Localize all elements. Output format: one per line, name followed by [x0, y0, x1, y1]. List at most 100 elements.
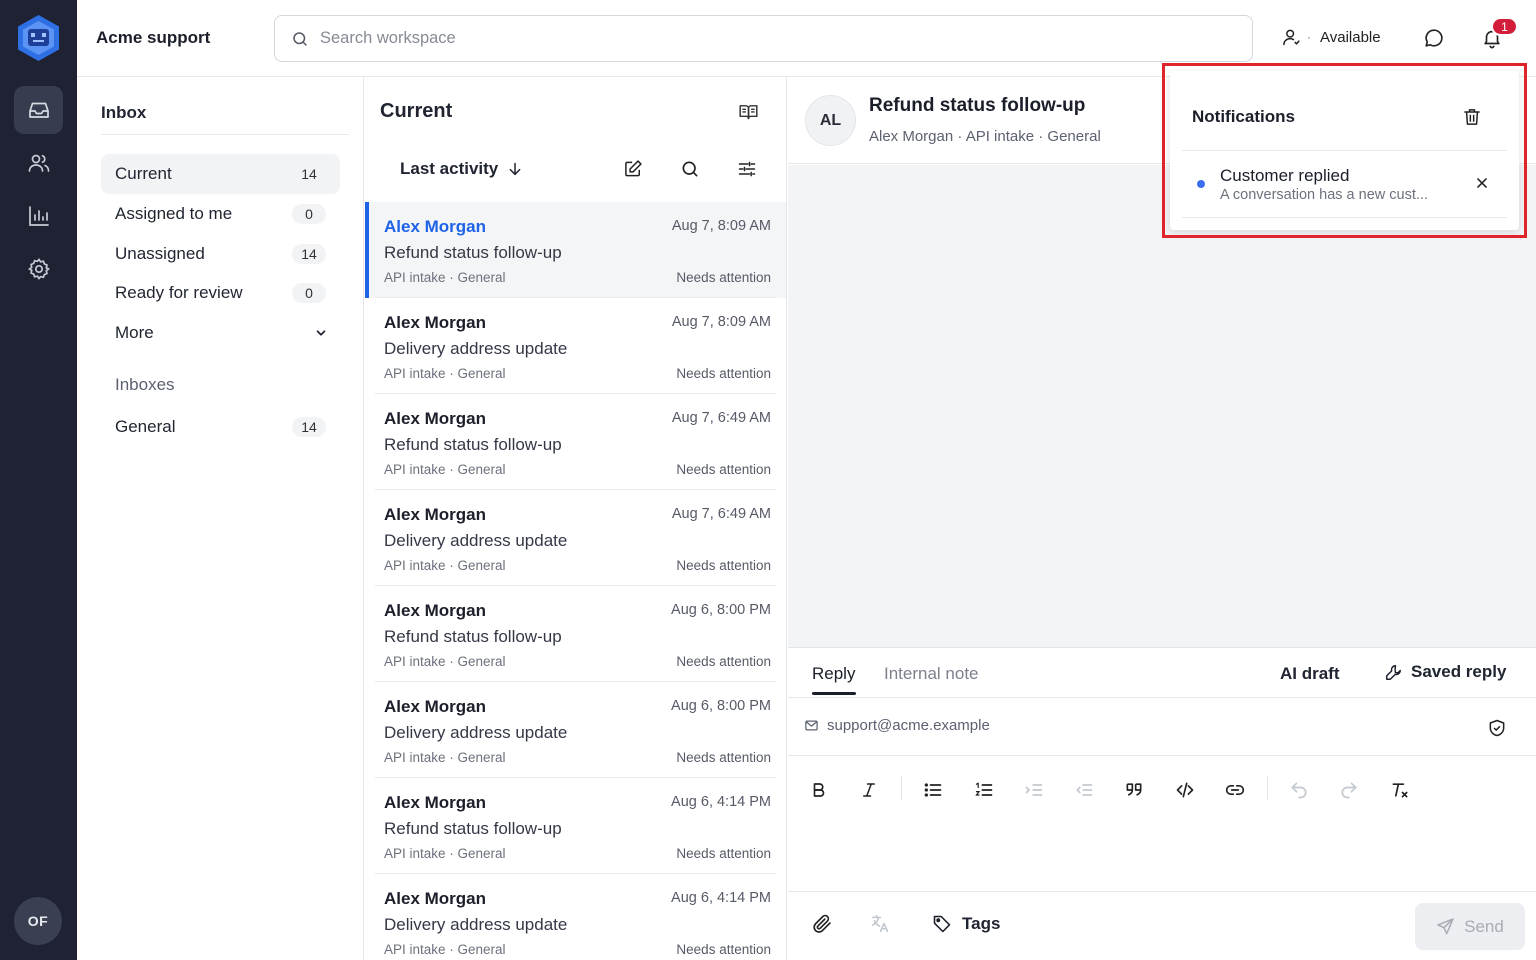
conversation-row[interactable]: Alex Morgan Aug 7, 8:09 AM Refund status… [365, 202, 786, 298]
translate-button[interactable] [868, 911, 892, 935]
conversation-row[interactable]: Alex Morgan Aug 6, 4:14 PM Delivery addr… [365, 874, 786, 960]
sidebar-item-ready-for-review[interactable]: Ready for review 0 [101, 273, 340, 313]
sidebar-item-more[interactable]: More [101, 313, 340, 353]
attach-button[interactable] [810, 911, 834, 935]
conversation-time: Aug 6, 4:14 PM [671, 794, 771, 810]
attention-flag: Needs attention [676, 558, 771, 573]
ai-draft-button[interactable]: AI draft [1280, 664, 1340, 684]
attention-flag: Needs attention [676, 270, 771, 285]
redo-button[interactable] [1334, 775, 1364, 805]
users-icon [27, 151, 51, 175]
conversation-row[interactable]: Alex Morgan Aug 6, 8:00 PM Refund status… [365, 586, 786, 682]
contact-name: Alex Morgan [384, 889, 487, 908]
tab-internal-note[interactable]: Internal note [884, 664, 979, 684]
security-button[interactable] [1485, 716, 1509, 740]
composer-divider [788, 697, 1536, 698]
reports-nav-button[interactable] [14, 192, 63, 240]
availability-toggle[interactable]: · Available [1281, 27, 1381, 47]
indent-button[interactable] [1019, 775, 1049, 805]
conversation-row[interactable]: Alex Morgan Aug 6, 8:00 PM Delivery addr… [365, 682, 786, 778]
contact-name: Alex Morgan [384, 505, 487, 524]
link-button[interactable] [1220, 775, 1250, 805]
app-logo-icon[interactable] [16, 14, 61, 62]
bullet-list-icon [923, 780, 943, 800]
bold-button[interactable] [804, 775, 834, 805]
bullet-list-button[interactable] [918, 775, 948, 805]
clear-format-button[interactable] [1385, 775, 1415, 805]
compose-button[interactable] [621, 157, 645, 181]
sidebar-item-label: Unassigned [115, 244, 205, 263]
sidebar-item-label: Ready for review [115, 283, 243, 302]
saved-reply-button[interactable]: Saved reply [1384, 662, 1506, 682]
tab-reply[interactable]: Reply [812, 664, 855, 684]
send-button[interactable]: Send [1415, 903, 1525, 950]
sidebar-item-unassigned[interactable]: Unassigned 14 [101, 234, 340, 274]
notification-count-badge: 1 [1491, 17, 1518, 36]
filter-button[interactable] [735, 157, 759, 181]
sidebar-item-label: General [115, 417, 176, 436]
conversation-row[interactable]: Alex Morgan Aug 7, 8:09 AM Delivery addr… [365, 298, 786, 394]
numbered-list-icon [974, 780, 994, 800]
conversation-time: Aug 6, 4:14 PM [671, 890, 771, 906]
undo-button[interactable] [1284, 775, 1314, 805]
code-button[interactable] [1170, 775, 1200, 805]
conversation-row[interactable]: Alex Morgan Aug 6, 4:14 PM Refund status… [365, 778, 786, 874]
attention-flag: Needs attention [676, 942, 771, 957]
search-input[interactable]: Search workspace [274, 15, 1253, 62]
tags-button[interactable]: Tags [932, 914, 1000, 934]
conversation-row[interactable]: Alex Morgan Aug 7, 6:49 AM Delivery addr… [365, 490, 786, 586]
chevron-down-icon [314, 326, 328, 340]
shield-check-icon [1487, 718, 1507, 738]
outdent-button[interactable] [1069, 775, 1099, 805]
code-icon [1175, 780, 1195, 800]
sliders-icon [737, 159, 757, 179]
conversation-meta: API intake · General [384, 750, 506, 765]
inbox-sidebar: Inbox Current 14 Assigned to me 0 Unassi… [77, 77, 364, 960]
knowledge-base-button[interactable] [736, 99, 760, 123]
search-icon [291, 30, 309, 48]
contact-name: Alex Morgan [384, 601, 487, 620]
from-address-label: support@acme.example [827, 717, 990, 734]
user-avatar[interactable]: OF [14, 897, 62, 945]
contact-name: Alex Morgan [384, 697, 487, 716]
contact-name: Alex Morgan [384, 793, 487, 812]
conversation-meta: API intake · General [384, 462, 506, 477]
composer-footer-divider [788, 891, 1536, 892]
contact-avatar: AL [805, 95, 856, 146]
sidebar-item-count: 14 [292, 244, 326, 264]
list-search-button[interactable] [678, 157, 702, 181]
chat-button[interactable] [1422, 26, 1446, 50]
edit-icon [623, 159, 643, 179]
indent-icon [1024, 780, 1044, 800]
sidebar-divider [101, 134, 349, 135]
conversation-meta: API intake · General [384, 942, 506, 957]
sidebar-item-assigned-to-me[interactable]: Assigned to me 0 [101, 194, 340, 234]
sidebar-item-current[interactable]: Current 14 [101, 154, 340, 194]
active-tab-indicator [812, 692, 856, 695]
conversation-time: Aug 6, 8:00 PM [671, 602, 771, 618]
gear-icon [27, 257, 51, 281]
send-icon [1436, 917, 1455, 936]
quote-button[interactable] [1119, 775, 1149, 805]
italic-button[interactable] [854, 775, 884, 805]
inbox-nav-button[interactable] [14, 86, 63, 134]
conversation-row[interactable]: Alex Morgan Aug 7, 6:49 AM Refund status… [365, 394, 786, 490]
from-address[interactable]: support@acme.example [804, 717, 990, 734]
undo-icon [1289, 780, 1309, 800]
toolbar-separator [1267, 776, 1268, 800]
clear-format-icon [1390, 780, 1410, 800]
conversation-subject: Refund status follow-up [384, 435, 562, 454]
sidebar-item-count: 0 [292, 283, 326, 303]
redo-icon [1339, 780, 1359, 800]
sidebar-item-general[interactable]: General 14 [101, 407, 340, 447]
mail-icon [804, 718, 819, 733]
numbered-list-button[interactable] [969, 775, 999, 805]
settings-nav-button[interactable] [14, 245, 63, 293]
attention-flag: Needs attention [676, 846, 771, 861]
sort-dropdown[interactable]: Last activity [400, 159, 523, 179]
conversation-subject: Refund status follow-up [384, 627, 562, 646]
paperclip-icon [812, 913, 833, 934]
conversation-meta: API intake · General [384, 846, 506, 861]
tag-icon [932, 914, 952, 934]
contacts-nav-button[interactable] [14, 139, 63, 187]
